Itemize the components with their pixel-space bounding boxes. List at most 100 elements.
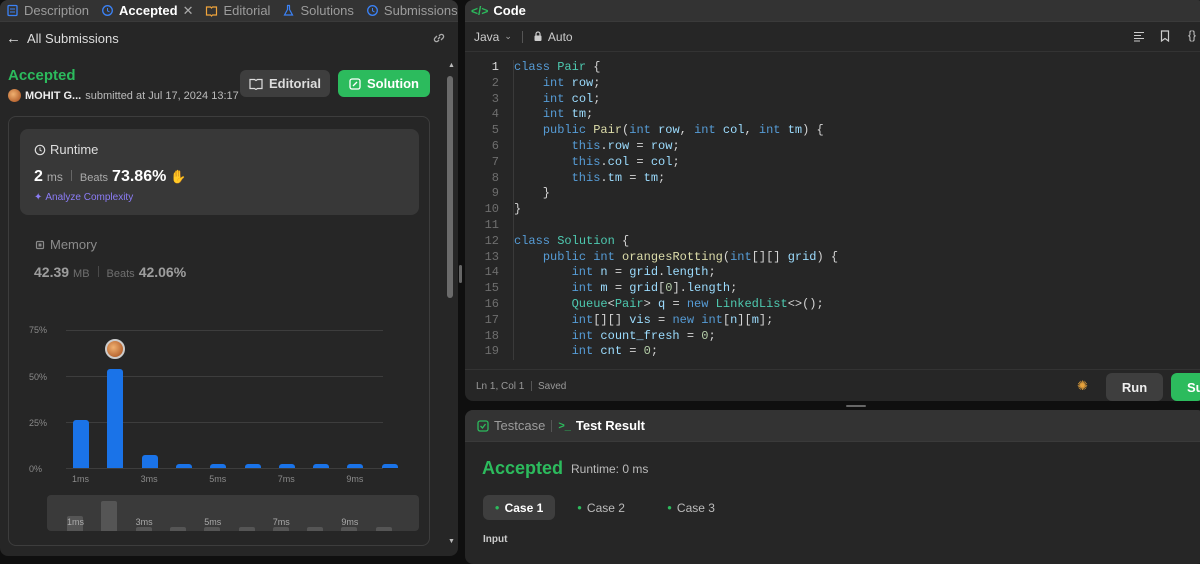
runtime-value: 2 [34, 168, 43, 185]
line-number: 9 [491, 186, 499, 201]
runtime-card[interactable]: Runtime 2 ms Beats 73.86% ✋ ✦ Analyze Co… [20, 129, 419, 215]
auto-mode-toggle[interactable]: Auto [533, 30, 573, 44]
sparkle-icon: ✦ [34, 192, 43, 203]
bar[interactable] [175, 464, 192, 468]
case-2-button[interactable]: ● Case 2 [565, 495, 637, 520]
code-line[interactable]: 1 class Pair { [479, 60, 1200, 76]
solution-button[interactable]: Solution [338, 70, 430, 97]
tab-test-result[interactable]: >_ Test Result [552, 410, 651, 442]
code-line[interactable]: 3 int col; [479, 91, 1200, 108]
bar[interactable] [381, 464, 398, 468]
tab-code[interactable]: </> Code [465, 0, 532, 22]
bar[interactable] [244, 464, 261, 468]
result-runtime: Runtime: 0 ms [571, 462, 649, 476]
code-text: int n = grid.length; [513, 265, 716, 282]
code-line[interactable]: 12 class Solution { [479, 233, 1200, 250]
tab-accepted[interactable]: Accepted ✕ [95, 0, 199, 22]
clock-icon [34, 144, 46, 156]
code-line[interactable]: 17 int[][] vis = new int[n][m]; [479, 312, 1200, 329]
bar[interactable] [141, 455, 158, 468]
editor-toolbar: Java ⌄ Auto {} [465, 22, 1200, 52]
scrollbar[interactable]: ▲ ▼ [445, 62, 455, 552]
analyze-complexity-link[interactable]: ✦ Analyze Complexity [34, 192, 133, 203]
code-line[interactable]: 19 int cnt = 0; [479, 344, 1200, 361]
tab-accepted-label: Accepted [119, 3, 178, 18]
code-line[interactable]: 6 this.row = row; [479, 138, 1200, 155]
scrollbar-thumb[interactable] [447, 76, 453, 298]
code-text: } [513, 202, 522, 218]
code-line[interactable]: 11 [479, 217, 1200, 234]
code-line[interactable]: 14 int n = grid.length; [479, 265, 1200, 282]
avatar[interactable] [8, 89, 21, 102]
runtime-title-label: Runtime [50, 142, 99, 157]
tab-description[interactable]: Description [0, 0, 95, 22]
case-1-button[interactable]: ● Case 1 [483, 495, 555, 520]
code-line[interactable]: 4 int tm; [479, 107, 1200, 124]
code-line[interactable]: 9 } [479, 186, 1200, 203]
bar[interactable] [347, 464, 364, 468]
code-line[interactable]: 7 this.col = col; [479, 154, 1200, 171]
case-3-button[interactable]: ● Case 3 [655, 495, 727, 520]
bar[interactable] [73, 420, 89, 468]
tab-editorial[interactable]: Editorial [199, 0, 276, 22]
chart-overview[interactable]: 1ms 3ms 5ms 7ms 9ms [47, 495, 419, 531]
tab-submissions[interactable]: Submissions [360, 0, 458, 22]
overview-bar [238, 527, 255, 531]
code-line[interactable]: 5 public Pair(int row, int col, int tm) … [479, 123, 1200, 139]
code-text: public int orangesRotting(int[][] grid) … [513, 249, 838, 266]
editorial-button[interactable]: Editorial [240, 70, 330, 97]
code-line[interactable]: 13 public int orangesRotting(int[][] gri… [479, 249, 1200, 266]
bar[interactable] [107, 368, 124, 468]
code-text: int row; [513, 75, 600, 92]
code-panel: </> Code Java ⌄ Auto {} 1 class Pair {2 i… [465, 0, 1200, 401]
line-number: 10 [484, 202, 499, 217]
editorial-button-label: Editorial [268, 76, 321, 91]
code-editor[interactable]: 1 class Pair {2 int row; 3 int col; 4 int t… [465, 60, 1200, 361]
link-icon[interactable] [432, 31, 446, 45]
history-icon [366, 4, 379, 17]
code-text: int[][] vis = new int[n][m]; [513, 312, 773, 329]
bar[interactable] [313, 464, 330, 468]
x-tick-label: 9ms [346, 474, 364, 484]
code-text: int cnt = 0; [513, 344, 658, 361]
all-submissions-link[interactable]: All Submissions [27, 31, 119, 46]
tab-solutions[interactable]: Solutions [276, 0, 359, 22]
code-text: } [513, 186, 551, 203]
bookmark-icon[interactable] [1160, 30, 1170, 42]
code-line[interactable]: 16 Queue<Pair> q = new LinkedList<>(); [479, 296, 1200, 313]
memory-section[interactable]: Memory 42.39 MB Beats 42.06% [34, 237, 186, 280]
memory-stats: 42.39 MB Beats 42.06% [34, 264, 186, 280]
horizontal-resize-handle[interactable] [846, 405, 866, 407]
result-status: Accepted [482, 458, 564, 478]
close-tab-icon[interactable]: ✕ [183, 3, 194, 19]
bar[interactable] [210, 464, 227, 468]
code-line[interactable]: 10} [479, 202, 1200, 218]
editor-footer: Ln 1, Col 1 Saved ✺ Run Su [465, 369, 1200, 401]
code-line[interactable]: 18 int count_fresh = 0; [479, 328, 1200, 345]
tab-description-label: Description [24, 3, 90, 18]
memory-title: Memory [34, 237, 186, 252]
submitter-row: MOHIT G... submitted at Jul 17, 2024 13:… [8, 89, 239, 102]
debug-icon[interactable]: ✺ [1077, 378, 1088, 394]
code-line[interactable]: 15 int m = grid[0].length; [479, 281, 1200, 297]
submitter-name[interactable]: MOHIT G... [25, 90, 81, 102]
braces-icon[interactable]: {} [1188, 28, 1196, 42]
user-avatar-marker[interactable] [105, 338, 126, 359]
line-number: 3 [491, 91, 499, 106]
format-icon[interactable] [1133, 31, 1145, 42]
back-arrow-icon[interactable]: ← [6, 30, 21, 47]
language-select[interactable]: Java ⌄ [474, 30, 512, 44]
flask-icon [282, 4, 295, 17]
tab-testcase[interactable]: Testcase [465, 410, 551, 442]
tab-testcase-label: Testcase [494, 418, 546, 433]
bar[interactable] [278, 464, 295, 468]
run-button[interactable]: Run [1106, 373, 1163, 401]
line-number: 2 [491, 75, 499, 90]
overview-bar [135, 526, 152, 531]
code-text: public Pair(int row, int col, int tm) { [513, 123, 824, 139]
code-line[interactable]: 8 this.tm = tm; [479, 170, 1200, 187]
code-line[interactable]: 2 int row; [479, 75, 1200, 92]
submit-button[interactable]: Su [1171, 373, 1200, 401]
lock-icon [533, 31, 543, 42]
vertical-resize-handle[interactable] [459, 265, 462, 283]
